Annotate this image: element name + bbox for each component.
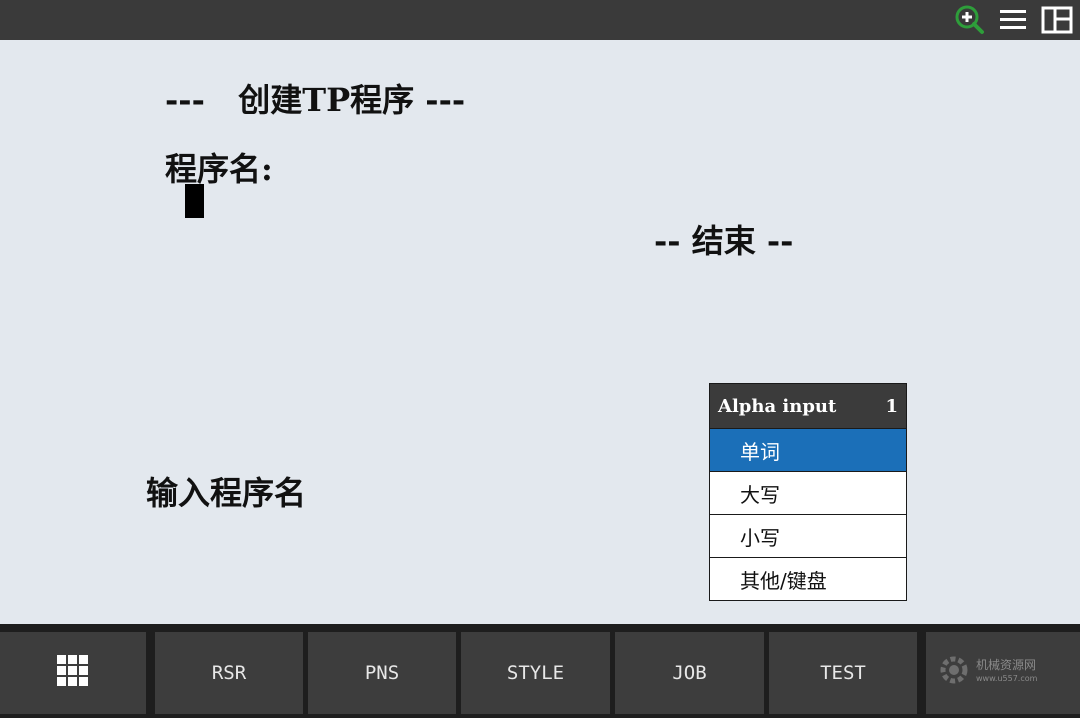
alpha-input-menu: Alpha input 1 单词 大写 小写 其他/键盘 <box>709 383 907 601</box>
fkey-rsr[interactable]: RSR <box>155 632 303 714</box>
zoom-in-icon[interactable] <box>952 3 986 37</box>
menu-item-lowercase[interactable]: 小写 <box>710 514 906 557</box>
alpha-input-title: Alpha input <box>718 395 837 417</box>
page-title: --- 创建TP程序 --- <box>165 81 466 119</box>
input-prompt: 输入程序名 <box>146 474 307 512</box>
watermark: 机械资源网 www.u557.com <box>936 652 1037 692</box>
grid-icon <box>56 654 90 693</box>
top-status-bar <box>0 0 1080 40</box>
fkey-test[interactable]: TEST <box>769 632 917 714</box>
teach-pendant-screen: --- 创建TP程序 --- 程序名: -- 结束 -- 输入程序名 Alpha… <box>0 40 1080 624</box>
menu-item-other-keyboard[interactable]: 其他/键盘 <box>710 557 906 600</box>
fkey-job[interactable]: JOB <box>615 632 764 714</box>
function-key-bar: RSR PNS STYLE JOB TEST 机械资源网 www.u557.co… <box>0 624 1080 718</box>
watermark-name: 机械资源网 <box>976 658 1037 672</box>
program-name-label: 程序名: <box>165 150 273 188</box>
grid-menu-button[interactable] <box>0 632 146 714</box>
gear-icon <box>936 652 972 692</box>
fkey-style[interactable]: STYLE <box>461 632 610 714</box>
layout-split-icon[interactable] <box>1040 3 1074 37</box>
alpha-input-header: Alpha input 1 <box>710 384 906 428</box>
menu-item-uppercase[interactable]: 大写 <box>710 471 906 514</box>
watermark-url: www.u557.com <box>976 674 1038 683</box>
text-cursor[interactable] <box>185 184 204 218</box>
menu-icon[interactable] <box>996 3 1030 37</box>
fkey-pns[interactable]: PNS <box>308 632 456 714</box>
end-label: -- 结束 -- <box>654 222 794 260</box>
menu-item-word[interactable]: 单词 <box>710 428 906 471</box>
alpha-input-page: 1 <box>885 395 898 417</box>
